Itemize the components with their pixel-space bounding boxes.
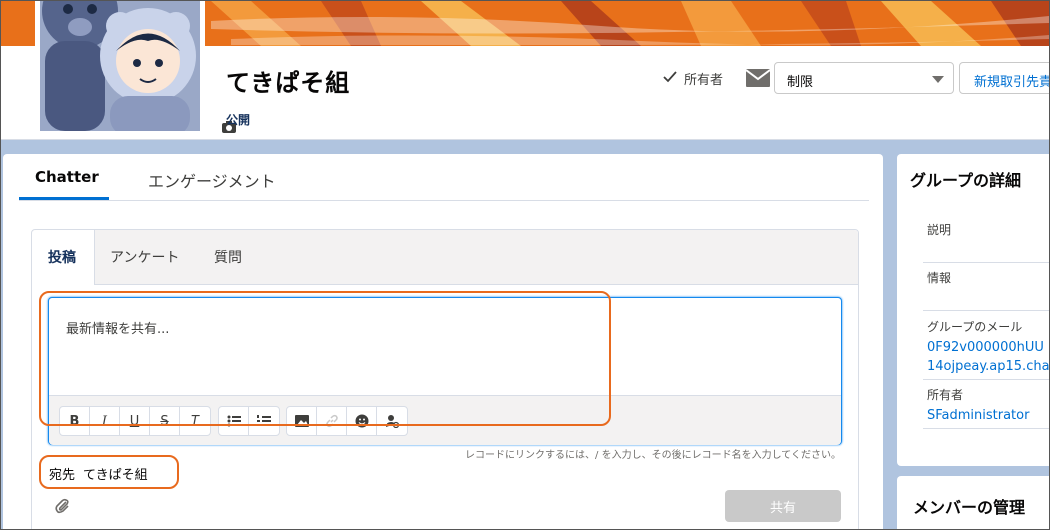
- mention-icon[interactable]: [377, 407, 407, 435]
- owner-status: 所有者: [663, 69, 723, 88]
- group-details-card: グループの詳細 説明 情報 グループのメール 0F92v000000hUU 14…: [897, 154, 1049, 466]
- link-icon[interactable]: [317, 407, 347, 435]
- description-label: 説明: [927, 223, 952, 237]
- strikethrough-icon[interactable]: S: [150, 407, 180, 435]
- owner-link[interactable]: SFadministrator: [927, 408, 1049, 423]
- composer-placeholder: 最新情報を共有...: [66, 322, 170, 337]
- italic-icon[interactable]: I: [90, 407, 120, 435]
- tab-poll[interactable]: アンケート: [110, 247, 179, 267]
- divider: [923, 310, 1049, 311]
- share-button[interactable]: 共有: [725, 490, 841, 522]
- manage-members-card: メンバーの管理: [897, 476, 1049, 529]
- tab-question[interactable]: 質問: [214, 247, 242, 267]
- owner-status-label: 所有者: [684, 73, 724, 88]
- post-composer[interactable]: 最新情報を共有... B I U S T: [48, 297, 842, 445]
- group-email-link-line2[interactable]: 14ojpeay.ap15.cha: [927, 359, 1049, 374]
- group-email: グループのメール 0F92v000000hUU 14ojpeay.ap15.ch…: [927, 318, 1049, 374]
- underline-icon[interactable]: U: [120, 407, 150, 435]
- checkmark-icon: [663, 70, 677, 87]
- formatting-toolbar: B I U S T: [49, 395, 841, 445]
- divider: [923, 379, 1049, 380]
- divider: [923, 428, 1049, 429]
- text-format-group: B I U S T: [59, 406, 211, 436]
- recipient-label: 宛先: [49, 468, 76, 483]
- group-owner: 所有者 SFadministrator: [927, 386, 1049, 423]
- bulleted-list-icon[interactable]: [219, 407, 249, 435]
- group-email-link-line1[interactable]: 0F92v000000hUU: [927, 340, 1049, 355]
- app-window: てきぱそ組 公開 所有者 制限 新規取引先責 Chatter エンゲージメント: [0, 0, 1050, 530]
- group-title: てきぱそ組: [226, 69, 351, 97]
- manage-members-title[interactable]: メンバーの管理: [913, 494, 1025, 518]
- list-group: [218, 406, 280, 436]
- bold-icon[interactable]: B: [60, 407, 90, 435]
- notification-frequency-select[interactable]: 制限: [774, 62, 954, 94]
- group-avatar-image: [40, 1, 200, 131]
- recipient-value: てきぱそ組: [83, 468, 148, 483]
- numbered-list-icon[interactable]: [249, 407, 279, 435]
- select-value: 制限: [787, 75, 814, 90]
- feed-card: Chatter エンゲージメント 投稿 アンケート 質問 最新情報を共有... …: [3, 154, 883, 529]
- emoji-icon[interactable]: [347, 407, 377, 435]
- active-tab-indicator: [19, 197, 109, 200]
- tab-chatter[interactable]: Chatter: [35, 168, 99, 186]
- divider: [923, 262, 1049, 263]
- caret-down-icon: [932, 76, 944, 83]
- insert-group: [286, 406, 408, 436]
- group-header: てきぱそ組 公開 所有者 制限 新規取引先責: [1, 1, 1049, 140]
- link-hint: レコードにリンクするには、/ を入力し、その後にレコード名を入力してください。: [465, 450, 841, 461]
- tab-post[interactable]: 投稿: [48, 247, 76, 267]
- new-contact-button[interactable]: 新規取引先責: [959, 62, 1049, 94]
- paperclip-icon[interactable]: [55, 498, 71, 514]
- clear-format-icon[interactable]: T: [180, 407, 210, 435]
- publisher-tabs: 投稿 アンケート 質問: [32, 230, 858, 285]
- main-tabs: Chatter エンゲージメント: [19, 154, 869, 201]
- owner-label: 所有者: [927, 388, 964, 402]
- mail-icon[interactable]: [745, 69, 771, 87]
- group-email-label: グループのメール: [927, 320, 1023, 334]
- image-icon[interactable]: [287, 407, 317, 435]
- group-photo[interactable]: [35, 1, 236, 136]
- visibility-label: 公開: [226, 113, 251, 127]
- recipient[interactable]: 宛先 てきぱそ組: [49, 464, 148, 483]
- group-details-title: グループの詳細: [910, 171, 1022, 190]
- tab-engagement[interactable]: エンゲージメント: [148, 168, 276, 192]
- publisher: 投稿 アンケート 質問 最新情報を共有... B I U S T: [31, 229, 859, 529]
- info-label: 情報: [927, 271, 952, 285]
